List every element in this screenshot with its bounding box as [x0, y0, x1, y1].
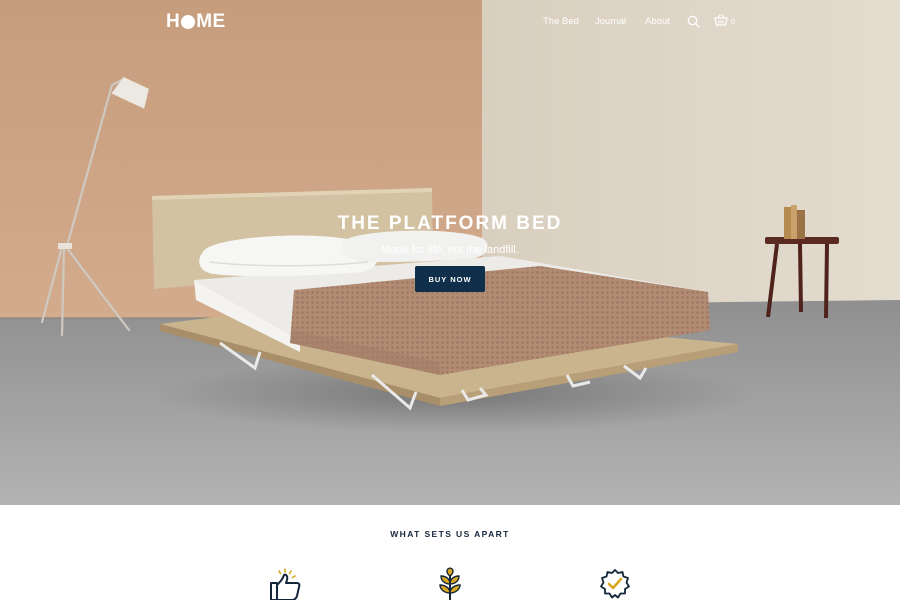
nav-link-journal[interactable]: Journal: [595, 15, 626, 29]
hero-section: H ME The Bed Journal About 0 THE PLATFOR…: [0, 0, 900, 505]
cart-count: 0: [731, 17, 736, 26]
nav-link-the-bed[interactable]: The Bed: [543, 15, 579, 29]
site-logo[interactable]: H ME: [166, 11, 226, 33]
logo-text-right: ME: [196, 11, 226, 32]
hero-subtitle: Made for life, not the landfill.: [381, 244, 519, 256]
buy-now-button[interactable]: BUY NOW: [415, 266, 485, 292]
nav-link-about[interactable]: About: [645, 15, 670, 29]
thumbs-up-icon: [270, 568, 301, 600]
plant-icon: [439, 567, 461, 600]
logo-dot: [181, 15, 196, 29]
search-icon[interactable]: [687, 15, 700, 28]
hero-title: THE PLATFORM BED: [337, 213, 563, 234]
cart-icon[interactable]: [714, 14, 728, 28]
logo-text-left: H: [166, 11, 181, 32]
features-title: WHAT SETS US APART: [390, 529, 510, 539]
page: H ME The Bed Journal About 0 THE PLATFOR…: [0, 0, 900, 600]
badge-check-icon: [600, 569, 630, 599]
